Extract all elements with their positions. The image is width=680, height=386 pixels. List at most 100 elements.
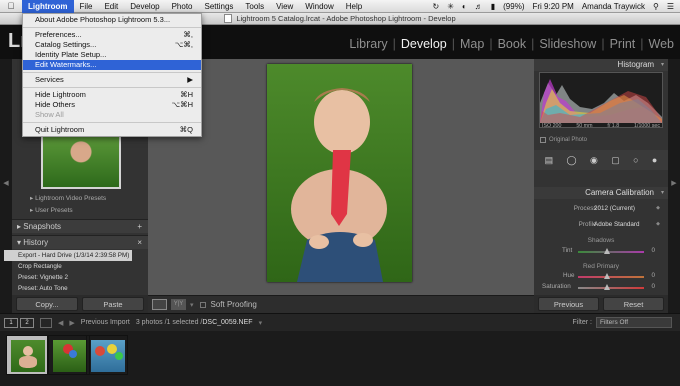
menu-item[interactable]: Identity Plate Setup... (23, 50, 201, 60)
filmstrip-thumb[interactable] (6, 335, 48, 375)
saturation-value[interactable]: 0 (651, 283, 655, 290)
grid-view-icon[interactable] (40, 317, 52, 328)
chevron-icon[interactable]: ◆ (656, 221, 660, 227)
red-eye-icon[interactable]: ◉ (590, 155, 598, 166)
snapshots-header[interactable]: ▸ Snapshots + (12, 219, 148, 233)
reset-button[interactable]: Reset (603, 297, 664, 311)
process-select[interactable]: 2012 (Current) (594, 205, 635, 212)
forward-arrow-icon[interactable]: ▶ (69, 319, 74, 327)
filmstrip-thumb[interactable] (86, 335, 128, 375)
histogram[interactable] (539, 72, 663, 128)
right-edge[interactable]: ▶ (668, 59, 680, 313)
preset-folder[interactable]: ▸ User Presets (30, 206, 166, 214)
original-photo-toggle[interactable]: Original Photo (540, 137, 587, 143)
photo-count: 3 photos /1 selected / (135, 319, 203, 326)
spot-removal-icon[interactable]: ◯ (567, 155, 577, 166)
profile-select[interactable]: Adobe Standard (594, 221, 640, 228)
main-window-button[interactable]: 1 (4, 317, 18, 328)
menu-develop[interactable]: Develop (124, 0, 165, 13)
source-label[interactable]: Previous Import (81, 319, 130, 326)
menu-item[interactable]: Hide Lightroom ⌘H (23, 90, 201, 100)
collapse-right-icon[interactable]: ▶ (668, 179, 680, 187)
crop-icon[interactable]: ▤ (545, 155, 554, 166)
secondary-window-button[interactable]: 2 (20, 317, 34, 328)
menu-item[interactable]: Quit Lightroom ⌘Q (23, 125, 201, 135)
module-library[interactable]: Library (347, 37, 389, 51)
copy-button[interactable]: Copy... (16, 297, 78, 311)
menu-photo[interactable]: Photo (166, 0, 199, 13)
module-print[interactable]: Print (608, 37, 638, 51)
collapse-left-icon[interactable]: ◀ (0, 179, 12, 187)
loupe-view-icon[interactable] (152, 299, 167, 310)
navigator-preview[interactable] (41, 131, 121, 189)
clock[interactable]: Fri 9:20 PM (532, 2, 573, 11)
history-item[interactable]: Preset: Vignette 2 (4, 272, 132, 283)
menu-settings[interactable]: Settings (199, 0, 240, 13)
collapse-icon[interactable]: ▾ (661, 187, 664, 199)
menu-item[interactable]: Edit Watermarks... (23, 60, 201, 70)
tint-knob[interactable] (604, 248, 610, 254)
volume-icon[interactable]: ♬ (475, 2, 483, 11)
baby-photo (267, 64, 412, 282)
filename-dropdown-icon[interactable]: ▾ (259, 319, 263, 327)
camera-calibration-header[interactable]: Camera Calibration ▾ (534, 187, 668, 199)
spotlight-icon[interactable]: ⚲ (653, 2, 659, 11)
module-slideshow[interactable]: Slideshow (537, 37, 598, 51)
image-view (148, 59, 534, 313)
dropdown-arrow-icon[interactable]: ▾ (190, 301, 194, 309)
saturation-slider[interactable] (578, 287, 644, 289)
clear-history-icon[interactable]: × (137, 236, 142, 250)
hue-value[interactable]: 0 (651, 272, 655, 279)
adjustment-brush-icon[interactable]: ● (652, 155, 657, 165)
saturation-knob[interactable] (604, 284, 610, 290)
wifi-icon[interactable]: ◐ (462, 2, 467, 11)
history-item[interactable]: Export - Hard Drive (1/3/14 2:39:58 PM) (4, 250, 132, 261)
soft-proofing-checkbox[interactable] (199, 301, 206, 308)
filter-select[interactable]: Filters Off (596, 317, 672, 328)
hue-knob[interactable] (604, 273, 610, 279)
menu-tools[interactable]: Tools (239, 0, 270, 13)
notifications-icon[interactable]: ☰ (667, 2, 674, 11)
back-arrow-icon[interactable]: ◀ (58, 319, 63, 327)
module-develop[interactable]: Develop (399, 37, 449, 51)
paste-button[interactable]: Paste (82, 297, 144, 311)
menu-item[interactable]: Preferences... ⌘, (23, 30, 201, 40)
tint-slider[interactable] (578, 251, 644, 253)
history-item[interactable]: Crop Rectangle (4, 261, 132, 272)
sync-icon[interactable]: ↻ (432, 2, 439, 11)
photo-preview[interactable] (267, 64, 412, 282)
menu-item[interactable]: Hide Others ⌥⌘H (23, 100, 201, 110)
menu-view[interactable]: View (270, 0, 299, 13)
histogram-header[interactable]: Histogram ▾ (534, 59, 668, 71)
collapse-icon[interactable]: ▾ (661, 59, 664, 71)
hue-slider[interactable] (578, 276, 644, 278)
history-header[interactable]: ▾ History × (12, 235, 148, 249)
user-name[interactable]: Amanda Traywick (582, 2, 645, 11)
menu-file[interactable]: File (74, 0, 99, 13)
menu-item[interactable]: About Adobe Photoshop Lightroom 5.3... (23, 15, 201, 25)
menu-item[interactable]: Catalog Settings... ⌥⌘, (23, 40, 201, 50)
menu-lightroom[interactable]: Lightroom (22, 0, 74, 13)
tint-value[interactable]: 0 (651, 247, 655, 254)
apple-icon[interactable]:  (0, 1, 22, 11)
original-photo-checkbox[interactable] (540, 137, 546, 143)
graduated-filter-icon[interactable]: ▢ (611, 155, 620, 166)
module-book[interactable]: Book (496, 37, 529, 51)
menu-item[interactable]: Services ▶ (23, 75, 201, 85)
module-web[interactable]: Web (647, 37, 676, 51)
filmstrip-thumb[interactable] (48, 335, 90, 375)
radial-filter-icon[interactable]: ○ (633, 155, 638, 165)
add-snapshot-icon[interactable]: + (137, 220, 142, 234)
menu-bar:  Lightroom File Edit Develop Photo Sett… (0, 0, 680, 13)
preset-folder[interactable]: ▸ Lightroom Video Presets (30, 194, 166, 202)
menu-help[interactable]: Help (340, 0, 368, 13)
menu-edit[interactable]: Edit (98, 0, 124, 13)
battery-icon[interactable]: ▮ (491, 2, 495, 11)
module-map[interactable]: Map (458, 37, 486, 51)
chevron-icon[interactable]: ◆ (656, 205, 660, 211)
before-after-icon[interactable]: Y|Y (171, 299, 186, 310)
history-item[interactable]: Preset: Auto Tone (4, 283, 132, 294)
previous-button[interactable]: Previous (538, 297, 599, 311)
menu-window[interactable]: Window (299, 0, 339, 13)
bluetooth-icon[interactable]: ✳ (447, 2, 454, 11)
